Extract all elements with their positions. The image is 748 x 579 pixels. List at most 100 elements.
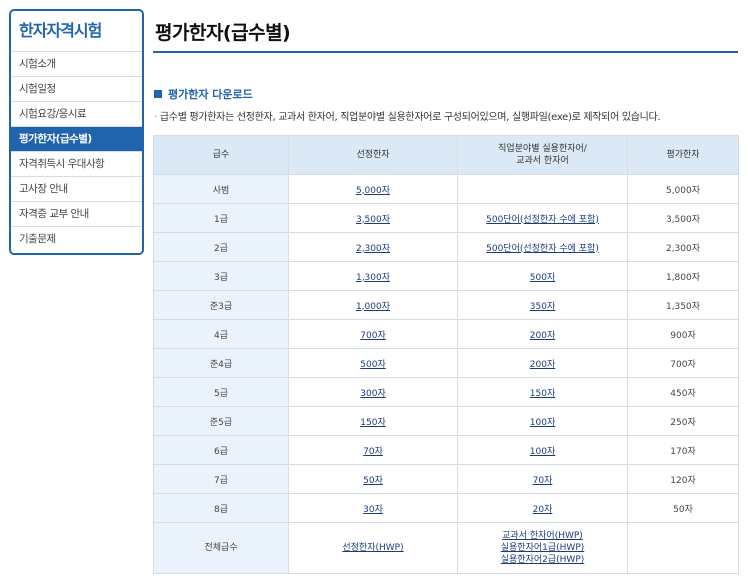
download-practical-grade2-hwp-link[interactable]: 실용한자어2급(HWP) [501, 555, 585, 565]
download-practical-link[interactable]: 500단어(선정한자 수에 포함) [486, 244, 599, 254]
cell-selected: 300자 [288, 377, 458, 407]
cell-grade: 사범 [153, 174, 289, 204]
cell-grade: 6급 [153, 435, 289, 465]
cell-grade: 3급 [153, 261, 289, 291]
cell-grade: 8급 [153, 493, 289, 523]
cell-evaluation: 450자 [627, 377, 739, 407]
cell-evaluation: 50자 [627, 493, 739, 523]
table-row: 사범 5,000자 5,000자 [153, 174, 739, 204]
download-practical-link[interactable]: 70자 [533, 476, 553, 486]
download-selected-link[interactable]: 50자 [363, 476, 383, 486]
download-selected-link[interactable]: 70자 [363, 447, 383, 457]
cell-evaluation: 3,500자 [627, 203, 739, 233]
cell-evaluation: 700자 [627, 348, 739, 378]
evaluation-hanja-table: 급수 선정한자 직업분야별 실용한자어/교과서 한자어 평가한자 사범 5,000… [153, 135, 739, 574]
cell-evaluation: 900자 [627, 319, 739, 349]
download-practical-link[interactable]: 500단어(선정한자 수에 포함) [486, 215, 599, 225]
cell-practical: 20자 [457, 493, 628, 523]
cell-grade: 준3급 [153, 290, 289, 320]
table-row: 3급 1,300자 500자 1,800자 [153, 261, 739, 291]
cell-grade: 준5급 [153, 406, 289, 436]
table-row: 4급 700자 200자 900자 [153, 319, 739, 349]
table-body: 사범 5,000자 5,000자 1급 3,500자 500단어(선정한자 수에 포함) 3… [153, 174, 739, 523]
cell-evaluation: 250자 [627, 406, 739, 436]
sidebar-item-exam-site[interactable]: 고사장 안내 [11, 177, 142, 202]
download-practical-link[interactable]: 500자 [530, 273, 555, 283]
header-practical-hanja: 직업분야별 실용한자어/교과서 한자어 [457, 135, 628, 175]
table-row: 2급 2,300자 500단어(선정한자 수에 포함) 2,300자 [153, 232, 739, 262]
cell-evaluation: 5,000자 [627, 174, 739, 204]
title-divider [153, 51, 738, 53]
download-selected-link[interactable]: 500자 [360, 360, 385, 370]
download-practical-grade1-hwp-link[interactable]: 실용한자어1급(HWP) [501, 543, 585, 553]
cell-practical: 교과서 한자어(HWP) 실용한자어1급(HWP) 실용한자어2급(HWP) [457, 522, 628, 574]
cell-selected: 선정한자(HWP) [288, 522, 458, 574]
cell-evaluation: 1,350자 [627, 290, 739, 320]
download-practical-link[interactable]: 200자 [530, 360, 555, 370]
download-selected-link[interactable]: 30자 [363, 505, 383, 515]
cell-selected: 5,000자 [288, 174, 458, 204]
download-practical-link[interactable]: 20자 [533, 505, 553, 515]
download-selected-hwp-link[interactable]: 선정한자(HWP) [342, 543, 403, 553]
sidebar-item-past-exams[interactable]: 기출문제 [11, 227, 142, 253]
cell-selected: 700자 [288, 319, 458, 349]
page-title: 평가한자(급수별) [155, 22, 291, 44]
table-row: 준5급 150자 100자 250자 [153, 406, 739, 436]
cell-practical: 100자 [457, 406, 628, 436]
cell-practical: 200자 [457, 319, 628, 349]
cell-practical: 500자 [457, 261, 628, 291]
description-text: 급수별 평가한자는 선정한자, 교과서 한자어, 직업분야별 실용한자어로 구성… [159, 112, 661, 123]
download-practical-link[interactable]: 150자 [530, 389, 555, 399]
cell-selected: 30자 [288, 493, 458, 523]
table-row: 6급 70자 100자 170자 [153, 435, 739, 465]
sidebar-item-evaluation-hanja[interactable]: 평가한자(급수별) [11, 127, 142, 152]
table-row: 7급 50자 70자 120자 [153, 464, 739, 494]
download-selected-link[interactable]: 300자 [360, 389, 385, 399]
cell-evaluation: 120자 [627, 464, 739, 494]
description: · 급수별 평가한자는 선정한자, 교과서 한자어, 직업분야별 실용한자어로 구… [154, 108, 661, 123]
cell-practical [457, 174, 628, 204]
cell-evaluation: 1,800자 [627, 261, 739, 291]
cell-practical: 350자 [457, 290, 628, 320]
download-selected-link[interactable]: 1,000자 [356, 302, 390, 312]
download-selected-link[interactable]: 150자 [360, 418, 385, 428]
table-row: 준3급 1,000자 350자 1,350자 [153, 290, 739, 320]
cell-selected: 150자 [288, 406, 458, 436]
table-row: 8급 30자 20자 50자 [153, 493, 739, 523]
download-practical-link[interactable]: 350자 [530, 302, 555, 312]
download-practical-link[interactable]: 200자 [530, 331, 555, 341]
cell-evaluation [627, 522, 739, 574]
download-selected-link[interactable]: 700자 [360, 331, 385, 341]
sidebar-item-benefits[interactable]: 자격취득시 우대사항 [11, 152, 142, 177]
cell-evaluation: 170자 [627, 435, 739, 465]
sidebar-item-exam-schedule[interactable]: 시험일정 [11, 77, 142, 102]
cell-practical: 70자 [457, 464, 628, 494]
sidebar-item-exam-intro[interactable]: 시험소개 [11, 52, 142, 77]
sidebar-item-certificate[interactable]: 자격증 교부 안내 [11, 202, 142, 227]
download-practical-link[interactable]: 100자 [530, 418, 555, 428]
sidebar-item-exam-guide[interactable]: 시험요강/응시료 [11, 102, 142, 127]
cell-selected: 1,000자 [288, 290, 458, 320]
header-practical-line2: 교과서 한자어 [516, 156, 569, 166]
download-textbook-hwp-link[interactable]: 교과서 한자어(HWP) [502, 531, 583, 541]
cell-practical: 500단어(선정한자 수에 포함) [457, 232, 628, 262]
header-selected-hanja: 선정한자 [288, 135, 458, 175]
download-practical-link[interactable]: 100자 [530, 447, 555, 457]
cell-grade: 2급 [153, 232, 289, 262]
cell-selected: 50자 [288, 464, 458, 494]
download-selected-link[interactable]: 3,500자 [356, 215, 390, 225]
cell-practical: 500단어(선정한자 수에 포함) [457, 203, 628, 233]
table-row: 1급 3,500자 500단어(선정한자 수에 포함) 3,500자 [153, 203, 739, 233]
header-grade: 급수 [153, 135, 289, 175]
cell-selected: 3,500자 [288, 203, 458, 233]
cell-grade: 4급 [153, 319, 289, 349]
table-header-row: 급수 선정한자 직업분야별 실용한자어/교과서 한자어 평가한자 [153, 135, 739, 175]
cell-grade: 전체급수 [153, 522, 289, 574]
download-selected-link[interactable]: 2,300자 [356, 244, 390, 254]
dot-bullet-icon: · [154, 112, 157, 123]
section-title-text: 평가한자 다운로드 [168, 88, 253, 101]
download-selected-link[interactable]: 1,300자 [356, 273, 390, 283]
cell-selected: 70자 [288, 435, 458, 465]
table-row-all-grades: 전체급수 선정한자(HWP) 교과서 한자어(HWP) 실용한자어1급(HWP)… [153, 522, 739, 574]
download-selected-link[interactable]: 5,000자 [356, 186, 390, 196]
